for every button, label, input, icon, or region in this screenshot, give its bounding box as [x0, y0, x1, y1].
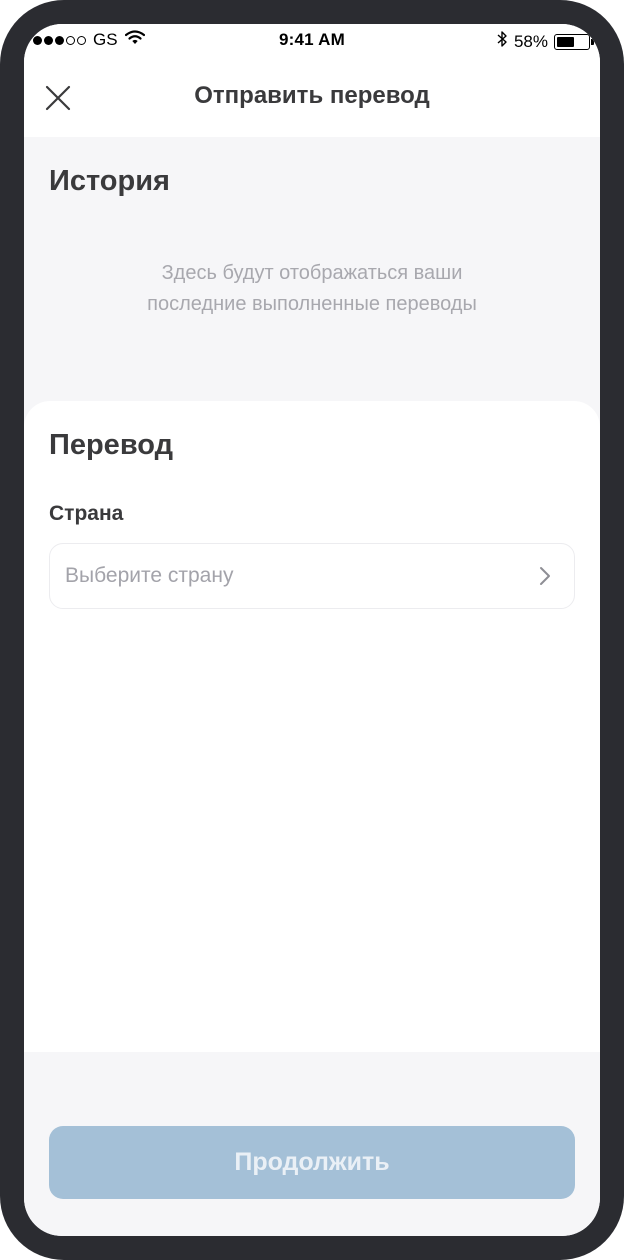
history-empty-line: последние выполненные переводы — [147, 293, 477, 315]
history-empty-message: Здесь будут отображаться ваши последние … — [84, 258, 540, 320]
history-section: История Здесь будут отображаться ваши по… — [24, 137, 600, 417]
country-label: Страна — [49, 502, 124, 525]
chevron-right-icon — [540, 567, 550, 585]
phone-frame: GS 9:41 AM 58% Отправить перевод История… — [0, 0, 624, 1260]
history-title: История — [49, 165, 170, 197]
screen: GS 9:41 AM 58% Отправить перевод История… — [24, 24, 600, 1236]
history-empty-line: Здесь будут отображаться ваши — [161, 262, 463, 284]
battery-cap — [591, 38, 594, 45]
page-title: Отправить перевод — [194, 82, 430, 109]
country-placeholder: Выберите страну — [65, 564, 234, 587]
status-bar: GS 9:41 AM 58% — [24, 24, 600, 56]
country-select[interactable]: Выберите страну — [49, 543, 575, 609]
battery-percent: 58% — [513, 31, 548, 51]
battery-icon — [554, 33, 594, 50]
status-right: 58% — [496, 30, 594, 53]
continue-button[interactable]: Продолжить — [49, 1126, 575, 1199]
transfer-title: Перевод — [49, 429, 174, 461]
nav-bar: Отправить перевод — [24, 56, 600, 137]
transfer-card: Перевод Страна Выберите страну — [24, 401, 600, 1052]
bluetooth-icon — [496, 30, 508, 53]
battery-fill — [557, 36, 575, 47]
footer: Продолжить — [24, 1052, 600, 1236]
